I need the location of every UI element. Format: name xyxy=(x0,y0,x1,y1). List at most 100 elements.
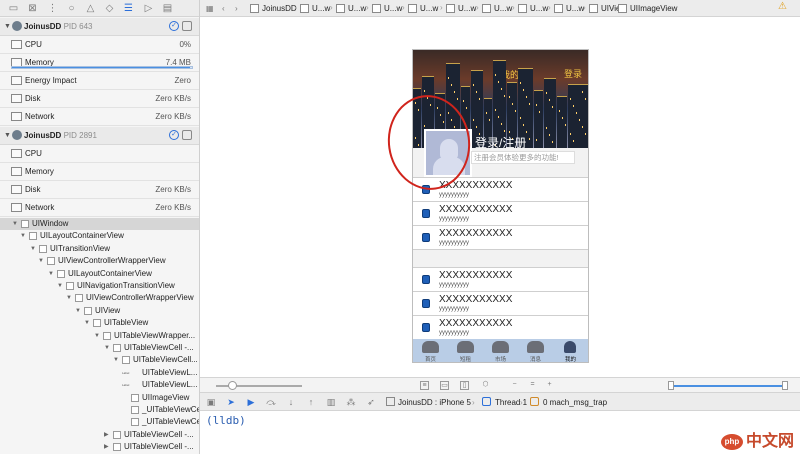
debug-navigator-icon[interactable]: ☰ xyxy=(123,3,134,14)
breadcrumb-item[interactable]: U...w xyxy=(348,4,366,14)
login-link[interactable]: 登录 xyxy=(564,67,582,80)
table-row[interactable]: XXXXXXXXXXX yyyyyyyyyy xyxy=(413,315,588,339)
range-slider-left-thumb[interactable] xyxy=(668,381,674,390)
info-icon[interactable]: ✓ xyxy=(169,130,179,140)
table-row[interactable]: XXXXXXXXXXX yyyyyyyyyy xyxy=(413,291,588,315)
hide-debug-area-icon[interactable]: ▣ xyxy=(206,397,216,407)
disclosure-open-icon[interactable]: ▼ xyxy=(20,230,26,242)
disclosure-open-icon[interactable]: ▼ xyxy=(48,268,54,280)
view-hierarchy-item[interactable]: ▶ UITableViewCell -... xyxy=(0,429,199,441)
view-hierarchy-item[interactable]: ▼ UITableViewCell -... xyxy=(0,342,199,354)
constraints-icon[interactable]: ▭ xyxy=(440,381,449,390)
disclosure-closed-icon[interactable]: ▶ xyxy=(104,429,109,441)
view-hierarchy-item[interactable]: Label UITableViewL... xyxy=(0,379,199,391)
breakpoints-toggle-icon[interactable]: ➤ xyxy=(226,397,236,407)
disclosure-closed-icon[interactable]: ▶ xyxy=(104,441,109,453)
forward-arrow-icon[interactable]: › xyxy=(235,4,238,14)
view-hierarchy-item[interactable]: ▶ UITableViewCell -... xyxy=(0,441,199,453)
gauge-row[interactable]: Memory 7.4 MB xyxy=(0,54,199,72)
view-hierarchy-item[interactable]: ▼ UITransitionView xyxy=(0,243,199,255)
location-icon[interactable]: ➶ xyxy=(366,397,376,407)
view-hierarchy-item[interactable]: ▼ UILayoutContainerView xyxy=(0,230,199,242)
tab-market[interactable]: 市场 xyxy=(483,338,518,362)
disclosure-triangle-icon[interactable]: ▼ xyxy=(4,23,11,30)
find-icon[interactable]: ○ xyxy=(66,3,77,14)
disclosure-open-icon[interactable]: ▼ xyxy=(57,280,63,292)
step-over-icon[interactable]: ⤼ xyxy=(266,397,276,407)
breadcrumb-item[interactable]: U...w xyxy=(458,4,476,14)
debug-console[interactable]: (lldb) php 中文网 xyxy=(200,411,800,454)
tab-home[interactable]: 首页 xyxy=(413,338,448,362)
warning-icon[interactable]: ⚠ xyxy=(778,2,787,12)
disclosure-open-icon[interactable]: ▼ xyxy=(66,292,72,304)
disclosure-open-icon[interactable]: ▼ xyxy=(75,305,81,317)
test-icon[interactable]: ◇ xyxy=(104,3,115,14)
continue-icon[interactable]: ▶ xyxy=(246,397,256,407)
view-hierarchy-item[interactable]: ▼ UITableViewWrapper... xyxy=(0,330,199,342)
table-row[interactable]: XXXXXXXXXXX yyyyyyyyyy xyxy=(413,267,588,291)
folder-icon[interactable]: ▭ xyxy=(8,3,19,14)
breadcrumb-item[interactable]: U...w xyxy=(420,4,438,14)
breakpoint-icon[interactable]: ▷ xyxy=(143,3,154,14)
breadcrumb-item[interactable]: U...w xyxy=(384,4,402,14)
view-hierarchy-item[interactable]: ▼ UITableView xyxy=(0,317,199,329)
register-title[interactable]: 登录/注册 xyxy=(475,134,526,151)
gauge-row[interactable]: Disk Zero KB/s xyxy=(0,90,199,108)
zoom-out-icon[interactable]: − xyxy=(510,381,519,390)
disclosure-open-icon[interactable]: ▼ xyxy=(104,342,110,354)
grid-icon[interactable]: ▦ xyxy=(206,4,214,14)
breadcrumb-item[interactable]: U...w xyxy=(494,4,512,14)
disclosure-open-icon[interactable]: ▼ xyxy=(94,330,100,342)
back-arrow-icon[interactable]: ‹ xyxy=(222,4,225,14)
view-hierarchy-item[interactable]: UIImageView xyxy=(0,392,199,404)
debug-frame[interactable]: 0 mach_msg_trap xyxy=(543,398,607,407)
breadcrumb-item[interactable]: U...w xyxy=(312,4,330,14)
step-into-icon[interactable]: ↓ xyxy=(286,397,296,407)
source-control-icon[interactable]: ⊠ xyxy=(27,3,38,14)
view-hierarchy-item[interactable]: _UITableViewCel... xyxy=(0,416,199,428)
memory-graph-icon[interactable]: ⁂ xyxy=(346,397,356,407)
spacing-slider-thumb[interactable] xyxy=(228,381,237,390)
orient-3d-icon[interactable]: ⬡ xyxy=(481,381,490,390)
breadcrumb-item[interactable]: U...w xyxy=(566,4,584,14)
view-hierarchy-icon[interactable] xyxy=(182,21,192,31)
breadcrumb-item[interactable]: UIImageView xyxy=(630,4,677,14)
gauge-row[interactable]: CPU 0% xyxy=(0,36,199,54)
disclosure-open-icon[interactable]: ▼ xyxy=(38,255,44,267)
disclosure-triangle-icon[interactable]: ▼ xyxy=(4,132,11,139)
disclosure-open-icon[interactable]: ▼ xyxy=(30,243,36,255)
view-hierarchy-item[interactable]: ▼ UIView xyxy=(0,305,199,317)
view-hierarchy-debug-icon[interactable]: ▥ xyxy=(326,397,336,407)
clipping-icon[interactable]: ≡ xyxy=(420,381,429,390)
disclosure-open-icon[interactable]: ▼ xyxy=(12,218,18,230)
tab-mine[interactable]: 我的 xyxy=(553,338,588,362)
disclosure-open-icon[interactable]: ▼ xyxy=(84,317,90,329)
breadcrumb-item[interactable]: U...w xyxy=(530,4,548,14)
table-row[interactable]: XXXXXXXXXXX yyyyyyyyyy xyxy=(413,201,588,225)
tab-messages[interactable]: 消息 xyxy=(518,338,553,362)
gauge-row[interactable]: Disk Zero KB/s xyxy=(0,181,199,199)
gauge-row[interactable]: Network Zero KB/s xyxy=(0,199,199,217)
process-row[interactable]: ▼ JoinusDD PID 2891 ✓ xyxy=(0,127,199,145)
view-hierarchy-item[interactable]: Label UITableViewL... xyxy=(0,367,199,379)
view-hierarchy-icon[interactable] xyxy=(182,130,192,140)
breadcrumb-item[interactable]: JoinusDD xyxy=(262,4,297,14)
view-mode-icon[interactable]: ▯ xyxy=(460,381,469,390)
range-slider-right-thumb[interactable] xyxy=(782,381,788,390)
info-icon[interactable]: ✓ xyxy=(169,21,179,31)
process-row[interactable]: ▼ JoinusDD PID 643 ✓ xyxy=(0,18,199,36)
issue-icon[interactable]: △ xyxy=(85,3,96,14)
step-out-icon[interactable]: ↑ xyxy=(306,397,316,407)
view-hierarchy-item[interactable]: ▼ UINavigationTransitionView xyxy=(0,280,199,292)
gauge-row[interactable]: Network Zero KB/s xyxy=(0,108,199,126)
view-hierarchy-item[interactable]: ▼ UIViewControllerWrapperView xyxy=(0,255,199,267)
report-icon[interactable]: ▤ xyxy=(162,3,173,14)
debug-device[interactable]: JoinusDD : iPhone 5 xyxy=(398,398,471,407)
table-row[interactable]: XXXXXXXXXXX yyyyyyyyyy xyxy=(413,225,588,249)
view-hierarchy-item[interactable]: _UITableViewCel... xyxy=(0,404,199,416)
gauge-row[interactable]: CPU xyxy=(0,145,199,163)
range-slider[interactable] xyxy=(670,385,786,387)
view-hierarchy-item[interactable]: ▼ UIViewControllerWrapperView xyxy=(0,292,199,304)
tab-rent[interactable]: 短租 xyxy=(448,338,483,362)
view-hierarchy-item[interactable]: ▼ UIWindow xyxy=(0,218,199,231)
